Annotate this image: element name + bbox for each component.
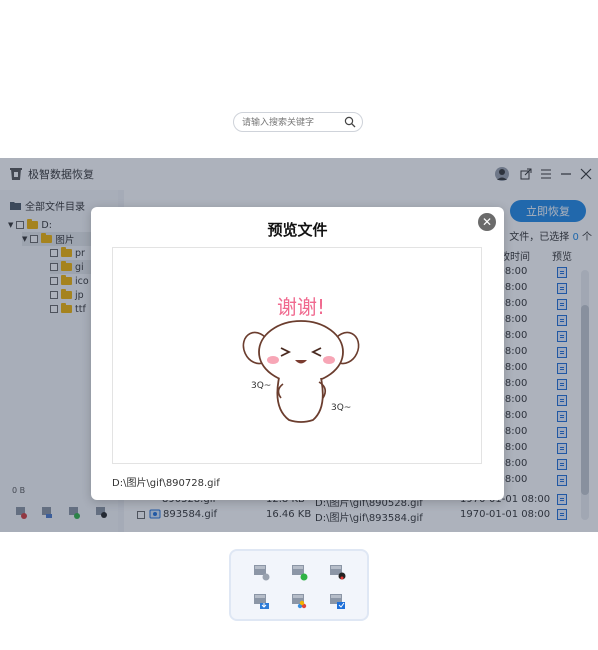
qq-recovery-icon[interactable] — [327, 562, 347, 582]
sticker-image: 谢谢! 3Q~ 3Q~ — [242, 295, 360, 423]
preview-image-area: 谢谢! 3Q~ 3Q~ — [112, 247, 482, 464]
sticker-text-left: 3Q~ — [251, 381, 271, 391]
search-icon[interactable] — [344, 116, 356, 128]
download-recovery-icon[interactable] — [251, 591, 271, 611]
sticker-text-right: 3Q~ — [331, 403, 351, 413]
top-search-box[interactable] — [233, 112, 363, 132]
sticker-caption: 谢谢! — [277, 295, 325, 319]
dialog-title: 预览文件 — [267, 221, 328, 239]
close-icon[interactable]: ✕ — [478, 213, 496, 231]
partition-recovery-icon[interactable] — [289, 591, 309, 611]
recycle-bin-recovery-icon[interactable] — [251, 562, 271, 582]
search-input[interactable] — [242, 115, 342, 130]
wechat-recovery-icon[interactable] — [289, 562, 309, 582]
formatted-drive-recovery-icon[interactable] — [327, 591, 347, 611]
recovery-mode-panel — [229, 549, 369, 621]
preview-dialog: 预览文件 ✕ 谢谢! 3Q~ 3Q~ D:\图片\gif\890728.gif — [91, 207, 504, 500]
file-path-label: D:\图片\gif\890728.gif — [112, 478, 220, 489]
